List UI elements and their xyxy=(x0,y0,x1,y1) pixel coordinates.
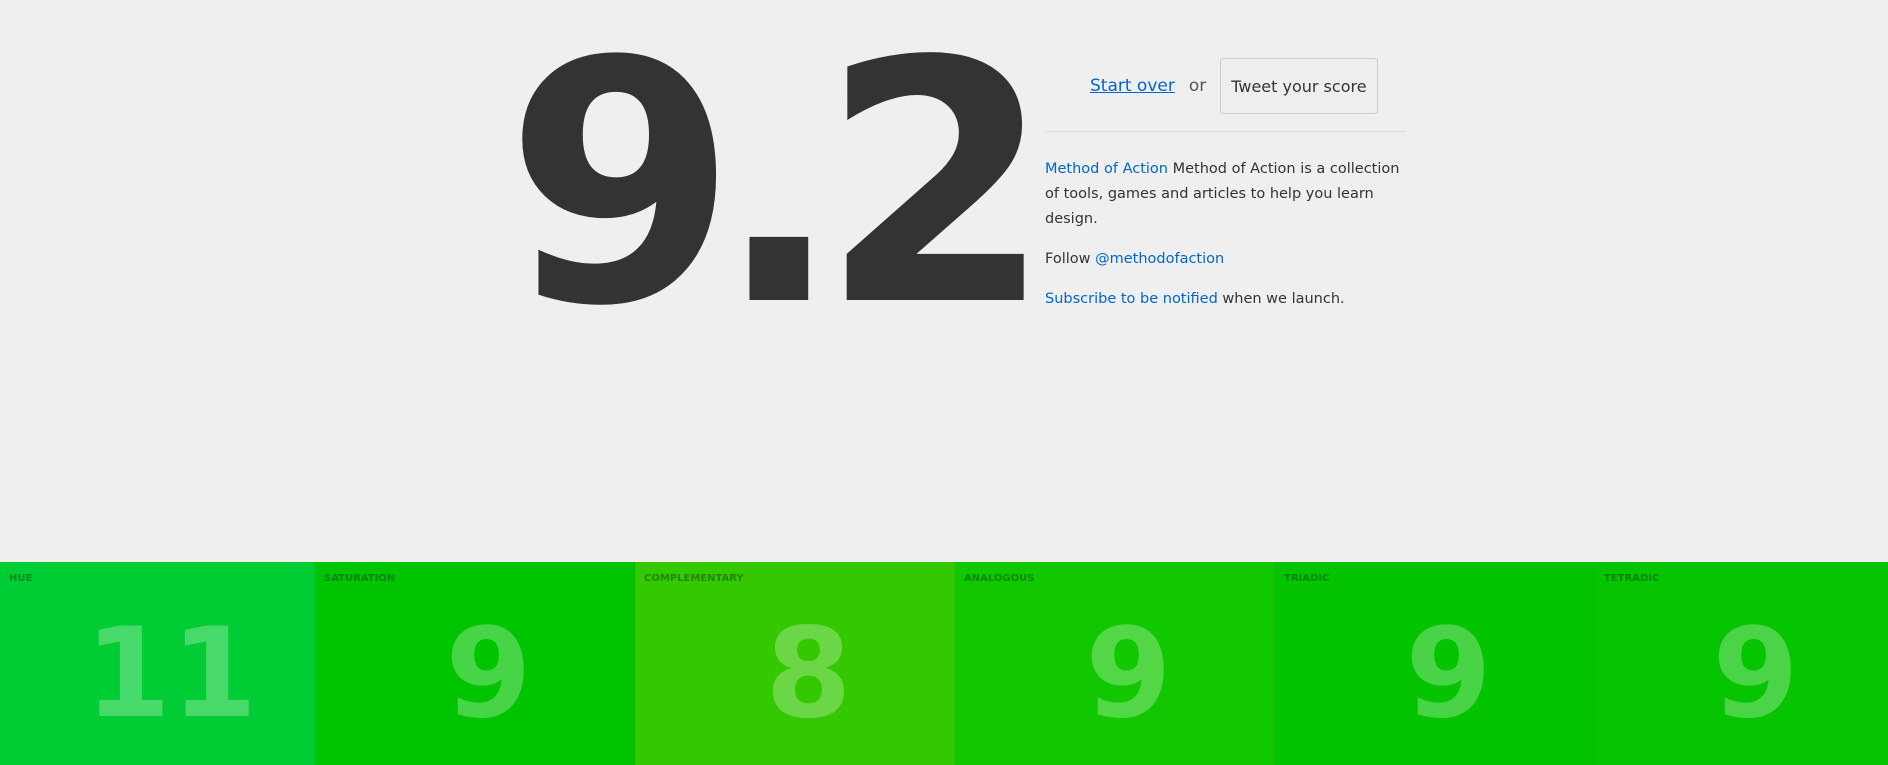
tile-score: 9 xyxy=(1712,602,1799,746)
about-paragraph: Method of Action Method of Action is a c… xyxy=(1045,157,1405,232)
tile-label: TETRADIC xyxy=(1604,573,1660,584)
score-tile-complementary: COMPLEMENTARY 8 xyxy=(635,562,955,765)
tile-label: HUE xyxy=(9,573,33,584)
score-tile-triadic: TRIADIC 9 xyxy=(1275,562,1595,765)
score-tile-hue: HUE 11 xyxy=(0,562,315,765)
tile-score: 11 xyxy=(84,602,258,746)
tile-label: SATURATION xyxy=(324,573,396,584)
subscribe-suffix: when we launch. xyxy=(1217,291,1345,307)
score-tile-tetradic: TETRADIC 9 xyxy=(1595,562,1888,765)
tweet-score-button[interactable]: Tweet your score xyxy=(1220,58,1378,114)
twitter-handle-link[interactable]: @methodofaction xyxy=(1095,251,1224,267)
tile-label: COMPLEMENTARY xyxy=(644,573,744,584)
tile-score: 9 xyxy=(1085,602,1172,746)
subscribe-paragraph: Subscribe to be notified when we launch. xyxy=(1045,287,1405,312)
actions-bar: Start over or Tweet your score xyxy=(1045,58,1405,132)
tile-label: TRIADIC xyxy=(1284,573,1330,584)
results-panel: 9.2 Start over or Tweet your score Metho… xyxy=(0,0,1888,562)
tile-score: 9 xyxy=(1405,602,1492,746)
side-panel: Start over or Tweet your score Method of… xyxy=(1045,58,1405,312)
tile-label: ANALOGOUS xyxy=(964,573,1035,584)
tile-score: 8 xyxy=(765,602,852,746)
start-over-link[interactable]: Start over xyxy=(1090,76,1175,96)
score-tile-saturation: SATURATION 9 xyxy=(315,562,635,765)
score-tile-analogous: ANALOGOUS 9 xyxy=(955,562,1275,765)
category-scores: HUE 11 SATURATION 9 COMPLEMENTARY 8 ANAL… xyxy=(0,562,1888,765)
overall-score: 9.2 xyxy=(505,0,1053,379)
subscribe-link[interactable]: Subscribe to be notified xyxy=(1045,291,1218,307)
tile-score: 9 xyxy=(445,602,532,746)
or-separator: or xyxy=(1188,76,1207,96)
follow-paragraph: Follow @methodofaction xyxy=(1045,247,1405,272)
follow-prefix: Follow xyxy=(1045,251,1096,267)
method-of-action-link[interactable]: Method of Action xyxy=(1045,161,1168,177)
